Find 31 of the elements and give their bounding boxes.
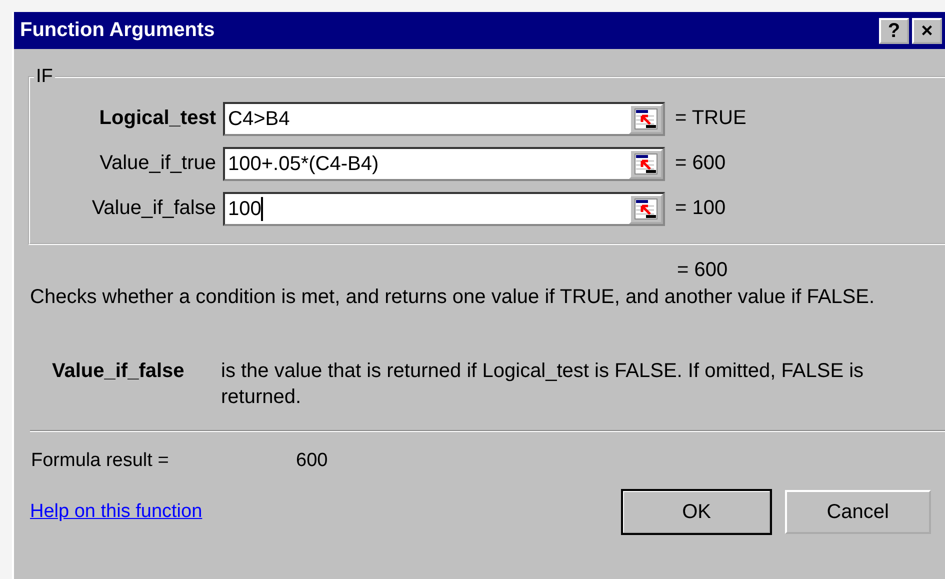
cell-reference-icon: [634, 198, 658, 220]
argument-value: C4>B4: [228, 106, 291, 130]
argument-value: 100: [228, 196, 264, 220]
ok-button[interactable]: OK: [622, 490, 771, 534]
argument-value: 100+.05*(C4-B4): [228, 152, 380, 176]
formula-result-value: 600: [296, 450, 328, 472]
help-button[interactable]: ?: [879, 18, 909, 44]
formula-result-label: Formula result =: [31, 450, 170, 472]
help-link[interactable]: Help on this function: [30, 501, 622, 523]
argument-field[interactable]: 100+.05*(C4-B4): [223, 146, 665, 180]
cell-reference-icon: [634, 152, 658, 174]
collapse-dialog-button[interactable]: [629, 194, 663, 224]
cancel-button[interactable]: Cancel: [784, 490, 931, 534]
argument-description: is the value that is returned if Logical_test is FALSE. If omitted, FALSE is returned.: [221, 359, 865, 410]
cell-reference-icon: [634, 108, 658, 130]
argument-result: = 100: [675, 197, 726, 220]
function-description: Checks whether a condition is met, and returns one value if TRUE, and another value if FALSE.: [30, 285, 876, 310]
window-title: Function Arguments: [20, 19, 216, 42]
collapse-dialog-button[interactable]: [629, 148, 663, 178]
argument-label: Value_if_false: [90, 197, 217, 220]
argument-name: Value_if_false: [52, 359, 186, 384]
argument-result: = TRUE: [675, 107, 746, 130]
function-result: = 600: [677, 259, 729, 282]
argument-label: Logical_test: [98, 107, 217, 130]
argument-result: = 600: [675, 152, 726, 175]
argument-field[interactable]: C4>B4: [223, 102, 665, 136]
argument-label: Value_if_true: [98, 152, 217, 175]
group-title: IF: [35, 66, 54, 88]
argument-field[interactable]: 100: [223, 192, 665, 226]
collapse-dialog-button[interactable]: [629, 104, 663, 134]
close-button[interactable]: ×: [912, 18, 942, 44]
